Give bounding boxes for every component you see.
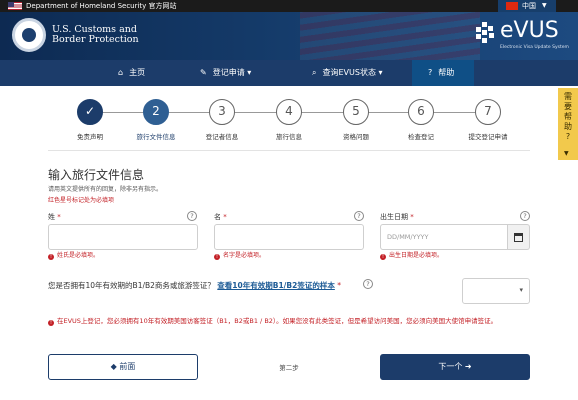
evus-subtitle: Electronic Visa Update System [500, 45, 569, 50]
home-icon: ⌂ [118, 68, 124, 77]
surname-label-text: 姓 [48, 213, 55, 221]
surname-error: ! 姓氏是必填项。 [48, 251, 99, 261]
question-circle-icon: ? [428, 68, 433, 77]
visa-question: 您是否拥有10年有效期的B1/B2商务或旅游签证？ 查看10年有效期B1/B2签… [48, 280, 341, 291]
step-label: 提交登记申请 [468, 133, 508, 141]
step-circle: ✓ [77, 99, 103, 125]
gov-banner-text: Department of Homeland Security 官方网站 [26, 2, 177, 10]
given-name-error: ! 名字是必填项。 [214, 251, 265, 261]
dob-label: 出生日期 * [380, 212, 414, 222]
step-circle: 3 [209, 99, 235, 125]
step-circle: 5 [343, 99, 369, 125]
nav-register-label: 登记申请 [212, 68, 245, 77]
step-7: 7 提交登记申请 [448, 88, 528, 141]
us-flag-icon [8, 2, 22, 10]
next-button[interactable]: 下一个 ➜ [380, 354, 530, 380]
calendar-icon [514, 233, 523, 242]
search-icon: ⌕ [312, 68, 317, 77]
nav-status-label: 查询EVUS状态 [322, 68, 376, 77]
help-tab-char: 要 [564, 102, 572, 111]
step-circle: 2 [143, 99, 169, 125]
dob-input[interactable]: DD/MM/YYYY [380, 224, 508, 250]
step-circle: 6 [408, 99, 434, 125]
required-mark: * [223, 213, 227, 221]
visa-select[interactable]: ▾ [462, 278, 530, 304]
required-mark: * [337, 281, 341, 290]
gov-banner: Department of Homeland Security 官方网站 中国 … [0, 0, 578, 12]
visa-help-icon[interactable]: ? [363, 279, 373, 289]
evus-wordmark: eVUS [500, 18, 559, 43]
step-circle: 4 [276, 99, 302, 125]
dhs-seal-logo[interactable] [12, 18, 46, 52]
dob-help-icon[interactable]: ? [520, 211, 530, 221]
step-circle: 7 [475, 99, 501, 125]
main-nav: ⌂ 主页 ✎ 登记申请 ▾ ⌕ 查询EVUS状态 ▾ ? 帮助 [0, 60, 578, 86]
nav-home-label: 主页 [129, 68, 146, 77]
surname-label: 姓 * [48, 212, 61, 222]
progress-steps: ✓ 免责声明 2 旅行文件信息 3 登记者信息 4 旅行信息 5 资格问题 6 … [0, 88, 558, 148]
required-mark: * [57, 213, 61, 221]
given-name-label-text: 名 [214, 213, 221, 221]
chevron-down-icon: ▼ [542, 2, 547, 9]
page-title: 输入旅行文件信息 [48, 168, 145, 182]
help-tab-char: 帮 [564, 112, 572, 121]
help-tab-char: ? [565, 132, 571, 141]
error-icon: ! [48, 253, 54, 260]
given-name-help-icon[interactable]: ? [354, 211, 364, 221]
previous-button[interactable]: ◆ 前面 [48, 354, 198, 380]
error-icon: ! [48, 319, 54, 326]
nav-home[interactable]: ⌂ 主页 [118, 60, 168, 86]
error-icon: ! [380, 253, 386, 260]
surname-help-icon[interactable]: ? [187, 211, 197, 221]
calendar-button[interactable] [508, 224, 530, 250]
instructions-text: 请用英文提供所有的回复，除非另有指示。 [48, 186, 163, 193]
agency-name-line2: Border Protection [52, 34, 139, 45]
chevron-down-icon: ▾ [247, 68, 252, 77]
evus-mark-icon [474, 22, 496, 44]
agency-name[interactable]: U.S. Customs and Border Protection [52, 25, 139, 45]
language-selector[interactable]: 中国 ▼ [498, 0, 556, 12]
site-header: U.S. Customs and Border Protection eVUS … [0, 12, 578, 60]
help-tab-char: 助 [564, 122, 572, 131]
divider [48, 150, 530, 151]
chevron-down-icon: ▼ [564, 150, 569, 157]
surname-input[interactable] [48, 224, 198, 250]
help-tab-char: 需 [564, 92, 572, 101]
nav-register[interactable]: ✎ 登记申请 ▾ [200, 60, 280, 86]
china-flag-icon [506, 2, 518, 10]
nav-status[interactable]: ⌕ 查询EVUS状态 ▾ [312, 60, 412, 86]
edit-icon: ✎ [200, 68, 207, 77]
error-icon: ! [214, 253, 220, 260]
visa-question-text: 您是否拥有10年有效期的B1/B2商务或旅游签证？ [48, 281, 215, 290]
chevron-down-icon: ▾ [378, 68, 383, 77]
dob-error-text: 出生日期是必填项。 [389, 252, 444, 259]
visa-error: ! 在EVUS上登记，您必须拥有10年有效期美国访客签证（B1，B2或B1 / B… [48, 316, 532, 326]
evus-logo[interactable]: eVUS Electronic Visa Update System [474, 18, 572, 56]
given-name-input[interactable] [214, 224, 364, 250]
visa-error-text: 在EVUS上登记，您必须拥有10年有效期美国访客签证（B1，B2或B1 / B2… [57, 317, 498, 325]
current-step-label: 第二步 [279, 364, 299, 372]
visa-sample-link[interactable]: 查看10年有效期B1/B2签证的样本 [217, 281, 335, 290]
chevron-down-icon: ▾ [519, 286, 523, 294]
required-mark: * [410, 213, 414, 221]
language-label: 中国 [522, 2, 536, 10]
dob-error: ! 出生日期是必填项。 [380, 251, 443, 261]
given-name-label: 名 * [214, 212, 227, 222]
flag-background [300, 12, 480, 60]
help-side-tab[interactable]: 需 要 帮 助 ? ▼ [558, 88, 578, 160]
dob-label-text: 出生日期 [380, 213, 408, 221]
given-name-error-text: 名字是必填项。 [223, 252, 266, 259]
surname-error-text: 姓氏是必填项。 [57, 252, 100, 259]
required-note: 红色星号标记处为必填项 [48, 197, 115, 204]
nav-help[interactable]: ? 帮助 [412, 60, 474, 86]
nav-help-label: 帮助 [438, 68, 455, 77]
